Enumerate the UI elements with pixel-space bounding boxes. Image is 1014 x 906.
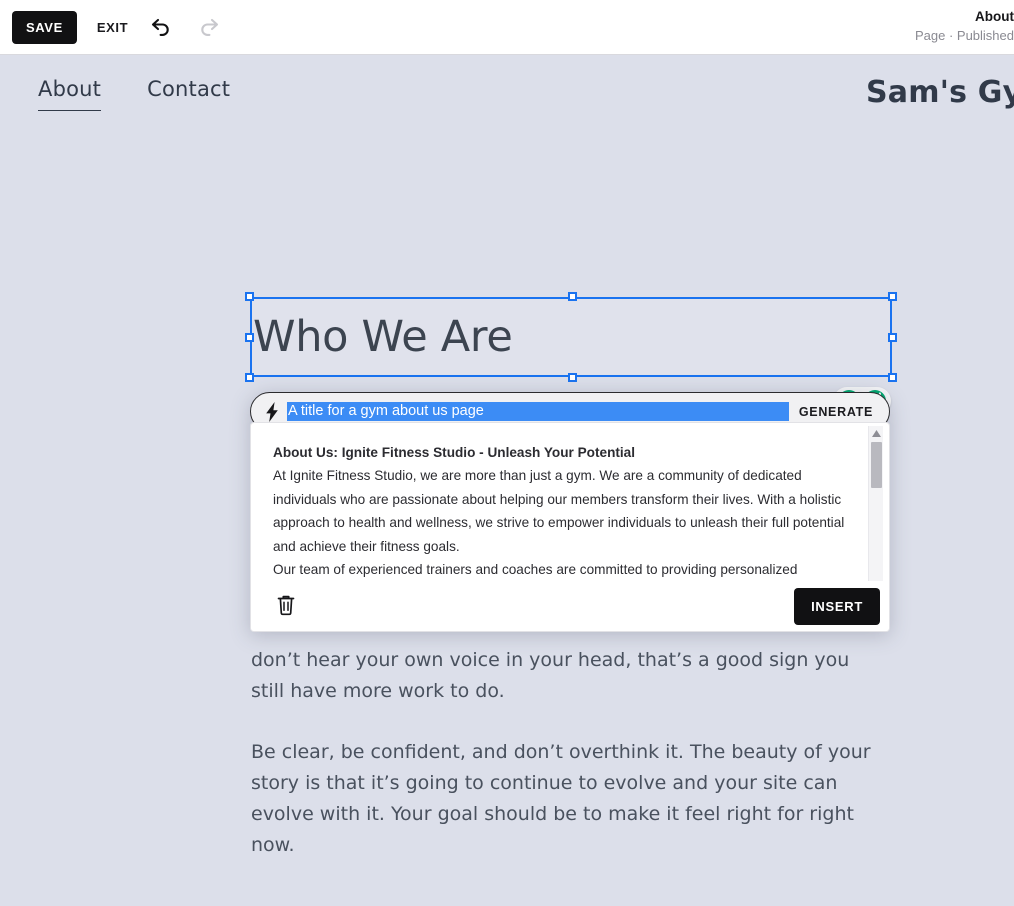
page-info: About Page · Published bbox=[915, 7, 1014, 45]
app-root: SAVE EXIT About Page · Published About C… bbox=[0, 0, 1014, 906]
ai-result-title: About Us: Ignite Fitness Studio - Unleas… bbox=[273, 445, 636, 460]
insert-button[interactable]: INSERT bbox=[794, 587, 880, 625]
ai-prompt-input[interactable]: A title for a gym about us page bbox=[287, 402, 789, 421]
scrollbar-thumb[interactable] bbox=[871, 442, 882, 488]
redo-button[interactable] bbox=[194, 12, 224, 42]
caret-up-icon[interactable] bbox=[869, 426, 884, 440]
lightning-bolt-icon bbox=[264, 401, 280, 422]
undo-button[interactable] bbox=[146, 12, 176, 42]
ai-result-scrollbar[interactable] bbox=[868, 426, 883, 598]
resize-handle-bottom-center[interactable] bbox=[568, 373, 577, 382]
exit-button[interactable]: EXIT bbox=[97, 20, 128, 35]
undo-arrow-icon bbox=[149, 14, 173, 41]
nav-item-contact[interactable]: Contact bbox=[147, 77, 230, 110]
redo-arrow-icon bbox=[197, 14, 221, 41]
ai-text-generator-panel: A title for a gym about us page GENERATE… bbox=[250, 392, 890, 632]
trash-can-icon[interactable] bbox=[273, 593, 299, 619]
save-button[interactable]: SAVE bbox=[12, 10, 77, 44]
selected-heading-block[interactable]: Who We Are bbox=[245, 292, 897, 415]
resize-handle-bottom-right[interactable] bbox=[888, 373, 897, 382]
nav-item-about[interactable]: About bbox=[38, 77, 102, 111]
ai-result-actions: INSERT bbox=[251, 581, 889, 631]
resize-handle-top-center[interactable] bbox=[568, 292, 577, 301]
ai-result-paragraph-1: At Ignite Fitness Studio, we are more th… bbox=[273, 468, 845, 554]
site-logo[interactable]: Sam's Gym bbox=[866, 75, 1014, 110]
page-status: Page · Published bbox=[914, 27, 1014, 43]
heading-text[interactable]: Who We Are bbox=[253, 312, 513, 362]
resize-handle-top-right[interactable] bbox=[888, 292, 897, 301]
resize-handle-middle-right[interactable] bbox=[888, 333, 897, 342]
site-body-copy: don’t hear your own voice in your head, … bbox=[251, 645, 881, 861]
resize-handle-top-left[interactable] bbox=[245, 292, 254, 301]
ai-result-text[interactable]: About Us: Ignite Fitness Studio - Unleas… bbox=[251, 441, 889, 595]
page-title: About bbox=[975, 9, 1014, 24]
body-paragraph-1[interactable]: don’t hear your own voice in your head, … bbox=[251, 645, 881, 707]
site-navigation: About Contact bbox=[38, 77, 230, 111]
site-canvas[interactable]: About Contact Sam's Gym Who We Are bbox=[0, 55, 1014, 906]
ai-result-card: About Us: Ignite Fitness Studio - Unleas… bbox=[250, 422, 890, 632]
generate-button[interactable]: GENERATE bbox=[799, 405, 873, 419]
resize-handle-middle-left[interactable] bbox=[245, 333, 254, 342]
body-paragraph-2[interactable]: Be clear, be confident, and don’t overth… bbox=[251, 737, 881, 861]
editor-toolbar: SAVE EXIT About Page · Published bbox=[0, 0, 1014, 55]
resize-handle-bottom-left[interactable] bbox=[245, 373, 254, 382]
